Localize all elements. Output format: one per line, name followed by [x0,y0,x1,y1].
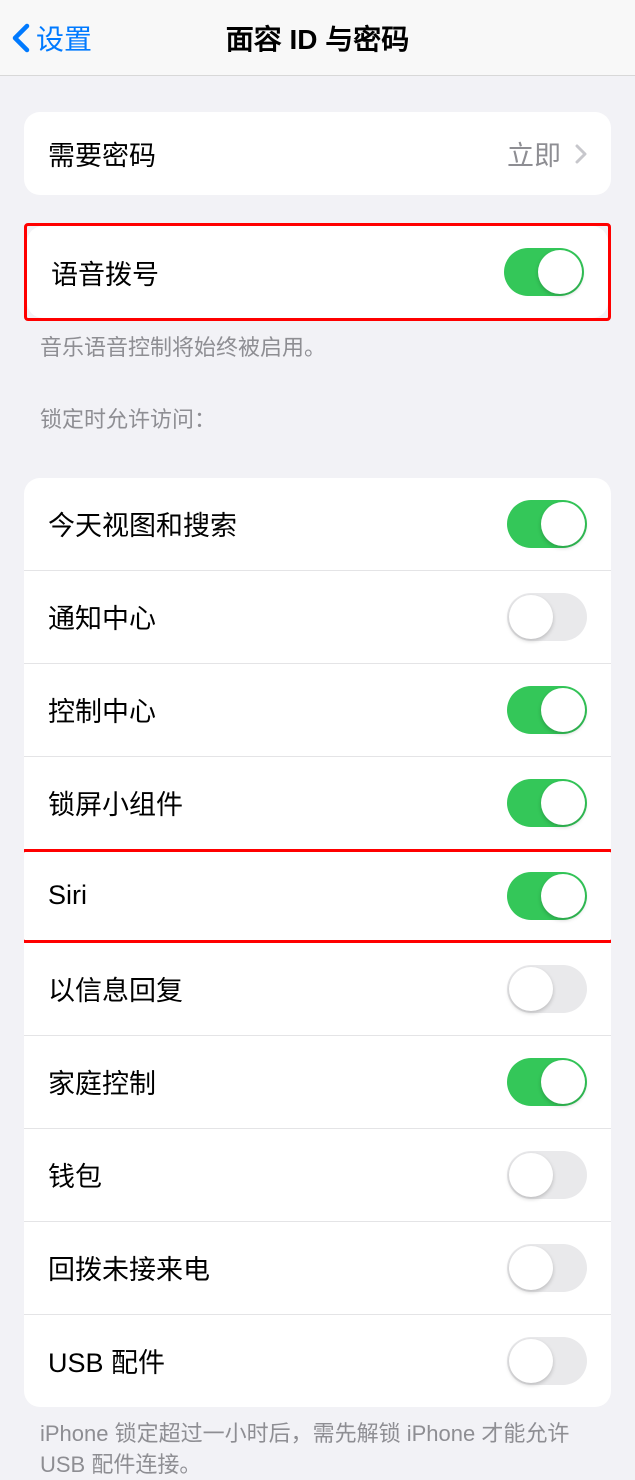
lock-access-row: 钱包 [24,1129,611,1222]
lock-access-row: 控制中心 [24,664,611,757]
chevron-right-icon [575,144,587,164]
lock-access-label: USB 配件 [48,1341,165,1380]
chevron-left-icon [12,23,30,53]
lock-access-toggle[interactable] [507,686,587,734]
lock-access-label: 回拨未接来电 [48,1248,210,1287]
lock-access-toggle[interactable] [507,1151,587,1199]
voice-dial-toggle[interactable] [504,248,584,296]
voice-dial-footer: 音乐语音控制将始终被启用。 [0,321,635,364]
lock-access-label: 家庭控制 [48,1062,156,1101]
lock-access-label: 今天视图和搜索 [48,504,237,543]
back-label: 设置 [36,18,92,58]
lock-access-toggle[interactable] [507,872,587,920]
lock-access-row: USB 配件 [24,1315,611,1407]
lock-access-label: 通知中心 [48,597,156,636]
lock-access-row: Siri [24,850,611,943]
passcode-group: 需要密码 立即 [24,112,611,195]
voice-dial-highlight: 语音拨号 [24,223,611,321]
require-passcode-row[interactable]: 需要密码 立即 [24,112,611,195]
lock-access-footer: iPhone 锁定超过一小时后，需先解锁 iPhone 才能允许 USB 配件连… [0,1407,635,1480]
lock-access-label: 控制中心 [48,690,156,729]
back-button[interactable]: 设置 [0,18,92,58]
lock-access-label: 以信息回复 [48,969,183,1008]
lock-access-row: 通知中心 [24,571,611,664]
lock-access-toggle[interactable] [507,500,587,548]
voice-dial-group: 语音拨号 [27,226,608,318]
lock-access-toggle[interactable] [507,965,587,1013]
lock-access-label: 锁屏小组件 [48,783,183,822]
lock-access-header: 锁定时允许访问： [0,364,635,442]
lock-access-label: Siri [48,880,87,911]
lock-access-row: 以信息回复 [24,943,611,1036]
lock-access-group: 今天视图和搜索通知中心控制中心锁屏小组件 Siri 以信息回复家庭控制钱包回拨未接来… [24,478,611,1407]
lock-access-toggle[interactable] [507,1244,587,1292]
lock-access-row: 回拨未接来电 [24,1222,611,1315]
page-title: 面容 ID 与密码 [0,18,635,58]
require-passcode-value: 立即 [507,134,561,173]
lock-access-toggle[interactable] [507,1058,587,1106]
header: 设置 面容 ID 与密码 [0,0,635,76]
lock-access-row: 家庭控制 [24,1036,611,1129]
lock-access-toggle[interactable] [507,1337,587,1385]
lock-access-label: 钱包 [48,1155,102,1194]
lock-access-toggle[interactable] [507,593,587,641]
lock-access-row: 今天视图和搜索 [24,478,611,571]
voice-dial-row: 语音拨号 [27,226,608,318]
require-passcode-label: 需要密码 [48,134,156,173]
voice-dial-label: 语音拨号 [51,253,159,292]
lock-access-row: 锁屏小组件 [24,757,611,850]
lock-access-toggle[interactable] [507,779,587,827]
